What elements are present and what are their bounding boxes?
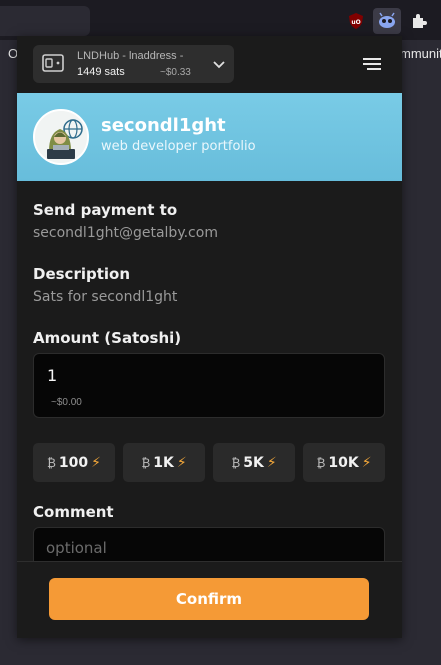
preset-100-button[interactable]: ₿ 100 ⚡ bbox=[33, 443, 115, 482]
preset-label: 1K bbox=[153, 454, 174, 471]
sats-icon: ₿ bbox=[316, 455, 326, 470]
preset-label: 100 bbox=[58, 454, 89, 471]
account-fiat-balance: ~$0.33 bbox=[160, 67, 191, 78]
preset-5k-button[interactable]: ₿ 5K ⚡ bbox=[213, 443, 295, 482]
account-name: LNDHub - lnaddress - bbox=[77, 50, 184, 62]
alby-popup: LNDHub - lnaddress - 1449 sats ~$0.33 se… bbox=[17, 36, 402, 638]
sats-icon: ₿ bbox=[47, 455, 56, 470]
bolt-icon: ⚡ bbox=[91, 454, 101, 471]
svg-text:uO: uO bbox=[351, 19, 360, 26]
amount-fiat: ~$0.00 bbox=[51, 397, 82, 408]
puzzle-icon[interactable] bbox=[405, 8, 433, 34]
send-to-address: secondl1ght@getalby.com bbox=[33, 225, 218, 241]
wallet-icon bbox=[42, 54, 64, 72]
bolt-icon: ⚡ bbox=[266, 454, 277, 471]
browser-toolbar: uO bbox=[0, 0, 441, 40]
confirm-button[interactable]: Confirm bbox=[49, 578, 369, 620]
recipient-description: web developer portfolio bbox=[101, 139, 256, 154]
recipient-name: secondl1ght bbox=[101, 115, 226, 136]
amount-value: 1 bbox=[47, 366, 58, 385]
popup-header: LNDHub - lnaddress - 1449 sats ~$0.33 bbox=[17, 36, 402, 93]
recipient-banner: secondl1ght web developer portfolio bbox=[17, 93, 402, 181]
alby-icon[interactable] bbox=[373, 8, 401, 34]
background-page-text-right: mmunit bbox=[400, 46, 441, 61]
bolt-icon: ⚡ bbox=[176, 454, 187, 471]
comment-label: Comment bbox=[33, 503, 114, 521]
description-value: Sats for secondl1ght bbox=[33, 289, 178, 305]
preset-label: 10K bbox=[328, 454, 359, 471]
preset-1k-button[interactable]: ₿ 1K ⚡ bbox=[123, 443, 205, 482]
browser-url-bar[interactable] bbox=[0, 6, 90, 36]
send-to-label: Send payment to bbox=[33, 201, 178, 219]
menu-icon[interactable] bbox=[361, 55, 383, 73]
preset-10k-button[interactable]: ₿ 10K ⚡ bbox=[303, 443, 385, 482]
preset-label: 5K bbox=[243, 454, 264, 471]
amount-input[interactable]: 1 ~$0.00 bbox=[33, 353, 385, 418]
amount-label: Amount (Satoshi) bbox=[33, 329, 182, 347]
ublock-origin-icon[interactable]: uO bbox=[342, 8, 370, 34]
description-label: Description bbox=[33, 265, 131, 283]
popup-footer: Confirm bbox=[17, 561, 402, 638]
account-balance: 1449 sats bbox=[77, 66, 125, 78]
account-switcher[interactable]: LNDHub - lnaddress - 1449 sats ~$0.33 bbox=[33, 45, 234, 83]
sats-icon: ₿ bbox=[141, 455, 151, 470]
bolt-icon: ⚡ bbox=[361, 454, 372, 471]
chevron-down-icon bbox=[213, 61, 225, 69]
sats-icon: ₿ bbox=[231, 455, 241, 470]
avatar bbox=[33, 109, 89, 165]
